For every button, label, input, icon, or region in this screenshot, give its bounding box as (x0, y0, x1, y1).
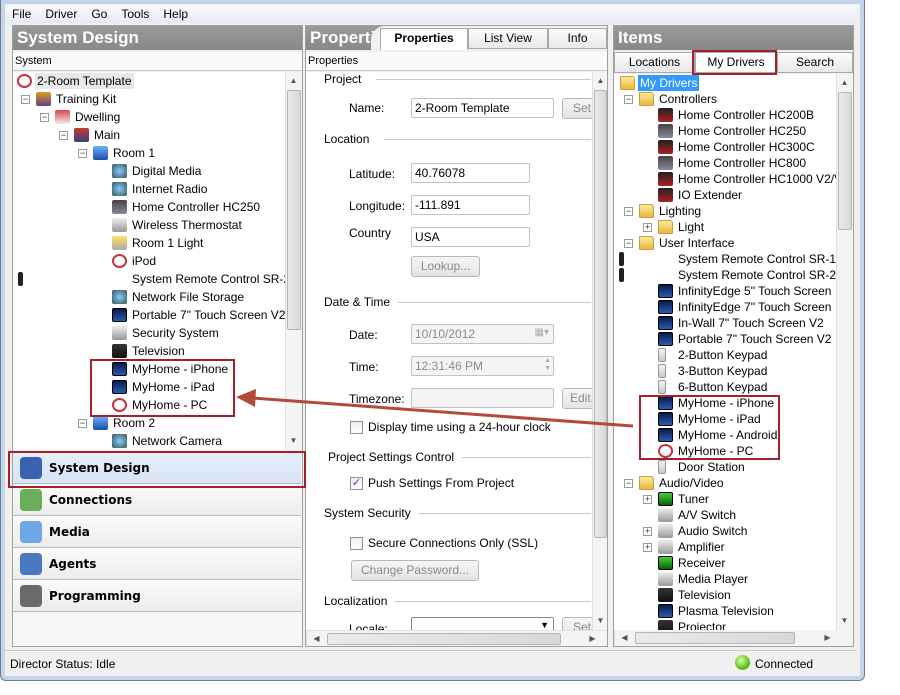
annotation-arrow (236, 389, 634, 428)
